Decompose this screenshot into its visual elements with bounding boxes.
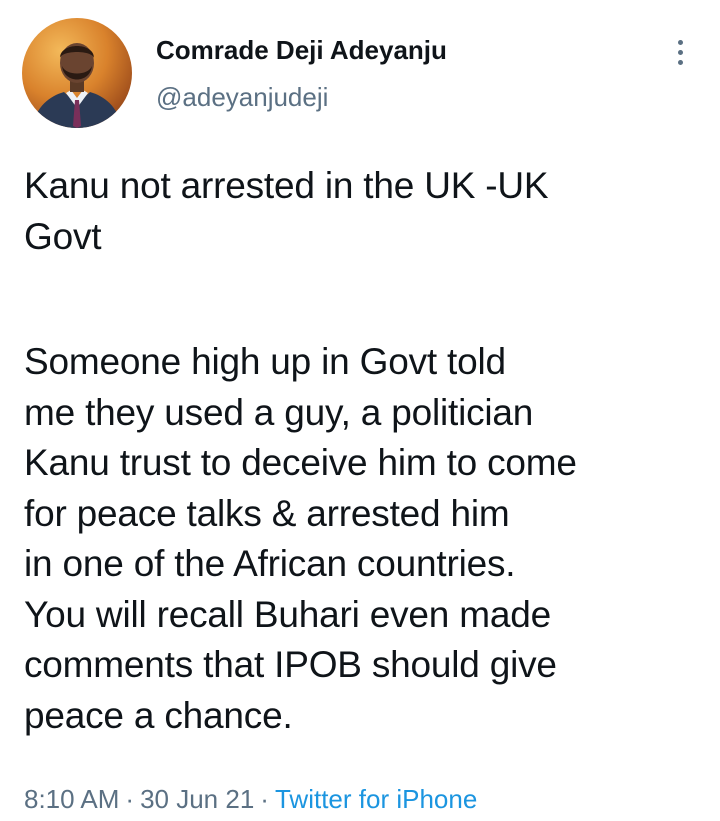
tweet-line: for peace talks & arrested him — [24, 492, 510, 534]
vertical-ellipsis-icon — [677, 59, 683, 65]
more-options-button[interactable] — [664, 34, 696, 70]
author-handle[interactable]: @adeyanjudeji — [156, 82, 447, 112]
tweet-text: Kanu not arrested in the UK -UK Govt Som… — [24, 161, 704, 741]
tweet-source-link[interactable]: Twitter for iPhone — [275, 784, 477, 814]
tweet-paragraph: Kanu not arrested in the UK -UK Govt — [24, 161, 704, 262]
avatar[interactable] — [22, 18, 132, 128]
tweet-line: Kanu not arrested in the UK -UK — [24, 165, 549, 206]
separator-dot: · — [260, 784, 269, 814]
tweet-paragraph: Someone high up in Govt told me they use… — [24, 337, 704, 741]
separator-dot: · — [125, 784, 135, 814]
author-info: Comrade Deji Adeyanju @adeyanjudeji — [156, 34, 447, 112]
tweet-line: Govt — [24, 215, 102, 257]
tweet-card: Comrade Deji Adeyanju @adeyanjudeji Kanu… — [0, 0, 720, 821]
tweet-line: comments that IPOB should give — [24, 644, 557, 685]
tweet-time[interactable]: 8:10 AM — [24, 784, 119, 814]
tweet-line: Someone high up in Govt told — [24, 341, 506, 382]
tweet-line: in one of the African countries. — [24, 543, 516, 584]
tweet-line: me they used a guy, a politician — [24, 391, 534, 433]
tweet-line: Kanu trust to deceive him to come — [24, 442, 577, 483]
tweet-date[interactable]: 30 Jun 21 — [140, 784, 254, 814]
vertical-ellipsis-icon — [677, 49, 683, 55]
tweet-meta: 8:10 AM · 30 Jun 21 · Twitter for iPhone — [24, 782, 477, 816]
tweet-line: peace a chance. — [24, 694, 293, 736]
vertical-ellipsis-icon — [677, 39, 683, 45]
tweet-line: You will recall Buhari even made — [24, 593, 551, 635]
author-display-name[interactable]: Comrade Deji Adeyanju — [156, 34, 447, 66]
profile-photo — [32, 43, 122, 128]
